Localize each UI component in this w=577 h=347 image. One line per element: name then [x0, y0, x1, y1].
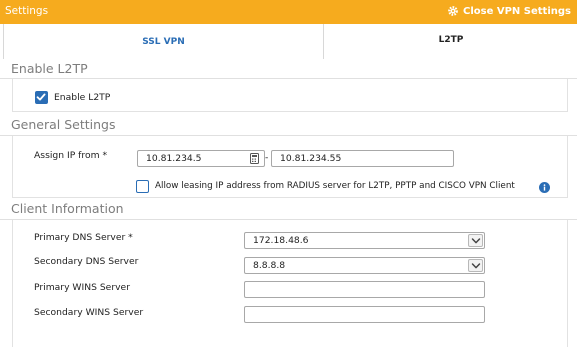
close-vpn-settings-label: Close VPN Settings: [463, 5, 571, 17]
enable-l2tp-label: Enable L2TP: [54, 92, 111, 103]
gear-icon: [448, 6, 458, 16]
radius-lease-label: Allow leasing IP address from RADIUS ser…: [155, 181, 515, 191]
ip-range-start-input[interactable]: [146, 153, 264, 164]
checkmark-icon: [36, 93, 46, 101]
secondary-dns-dropdown-button[interactable]: [468, 259, 483, 272]
section-title-enable-l2tp: Enable L2TP: [11, 61, 88, 76]
ip-range-end-input[interactable]: [280, 153, 453, 164]
primary-dns-dropdown-button[interactable]: [468, 234, 483, 247]
secondary-wins-input[interactable]: [253, 309, 484, 320]
window-titlebar: Settings Close VPN Settings: [0, 0, 577, 24]
secondary-wins-label: Secondary WINS Server: [34, 307, 144, 318]
primary-dns-label: Primary DNS Server *: [34, 232, 133, 243]
assign-ip-label: Assign IP from *: [34, 150, 108, 161]
primary-wins-input[interactable]: [253, 284, 484, 295]
tab-l2tp[interactable]: L2TP: [324, 24, 577, 59]
section-title-client-information: Client Information: [11, 201, 124, 216]
primary-wins-label: Primary WINS Server: [34, 282, 130, 293]
client-information-panel: Primary DNS Server * 172.18.48.6 Seconda…: [12, 220, 568, 347]
primary-dns-value: 172.18.48.6: [253, 235, 309, 246]
secondary-dns-value: 8.8.8.8: [253, 260, 286, 271]
enable-l2tp-panel: Enable L2TP: [12, 79, 568, 112]
tab-ssl-vpn[interactable]: SSL VPN: [4, 24, 324, 59]
section-title-general-settings: General Settings: [11, 117, 116, 132]
tab-bar: SSL VPN L2TP: [3, 24, 577, 59]
ip-range-end-field[interactable]: [271, 150, 454, 167]
primary-wins-field[interactable]: [244, 281, 485, 298]
chevron-down-icon: [471, 263, 481, 269]
calculator-icon[interactable]: [250, 153, 259, 164]
close-vpn-settings-button[interactable]: Close VPN Settings: [447, 5, 571, 17]
secondary-dns-label: Secondary DNS Server: [34, 256, 139, 267]
radius-lease-checkbox[interactable]: [136, 180, 149, 193]
primary-dns-select[interactable]: 172.18.48.6: [244, 232, 485, 249]
secondary-wins-field[interactable]: [244, 306, 485, 323]
window-title: Settings: [5, 5, 49, 17]
secondary-dns-select[interactable]: 8.8.8.8: [244, 257, 485, 274]
ip-range-separator: -: [265, 152, 269, 163]
chevron-down-icon: [471, 238, 481, 244]
ip-range-start-field[interactable]: [137, 150, 265, 167]
general-settings-panel: Assign IP from * - Allow leasing IP addr…: [12, 136, 568, 198]
info-icon[interactable]: [539, 182, 550, 193]
enable-l2tp-checkbox[interactable]: [35, 91, 48, 104]
